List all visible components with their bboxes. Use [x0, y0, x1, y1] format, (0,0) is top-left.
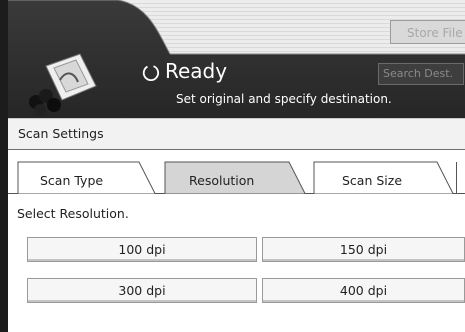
search-dest-button[interactable]: Search Dest.	[378, 63, 464, 85]
scanner-icon	[29, 53, 97, 116]
resolution-option-300[interactable]: 300 dpi	[27, 278, 257, 303]
status-header: Ready Set original and specify destinati…	[8, 0, 465, 118]
settings-tabs: Scan Type Resolution Scan Size	[8, 150, 465, 198]
tab-scan-size[interactable]: Scan Size	[342, 173, 402, 188]
status-text: Ready	[165, 59, 228, 83]
tab-scan-type[interactable]: Scan Type	[40, 173, 103, 188]
store-file-button[interactable]: Store File	[390, 20, 465, 44]
resolution-option-150[interactable]: 150 dpi	[262, 237, 465, 262]
tab-resolution[interactable]: Resolution	[189, 173, 254, 188]
status-message: Set original and specify destination.	[176, 92, 392, 106]
resolution-option-400[interactable]: 400 dpi	[262, 278, 465, 303]
resolution-option-100[interactable]: 100 dpi	[27, 237, 257, 262]
select-resolution-prompt: Select Resolution.	[17, 206, 129, 221]
left-edge-bar	[0, 0, 8, 332]
scanner-screen: Ready Set original and specify destinati…	[0, 0, 465, 332]
section-title: Scan Settings	[18, 126, 104, 141]
section-bar: Scan Settings	[8, 118, 465, 150]
ready-status-icon	[142, 65, 160, 82]
